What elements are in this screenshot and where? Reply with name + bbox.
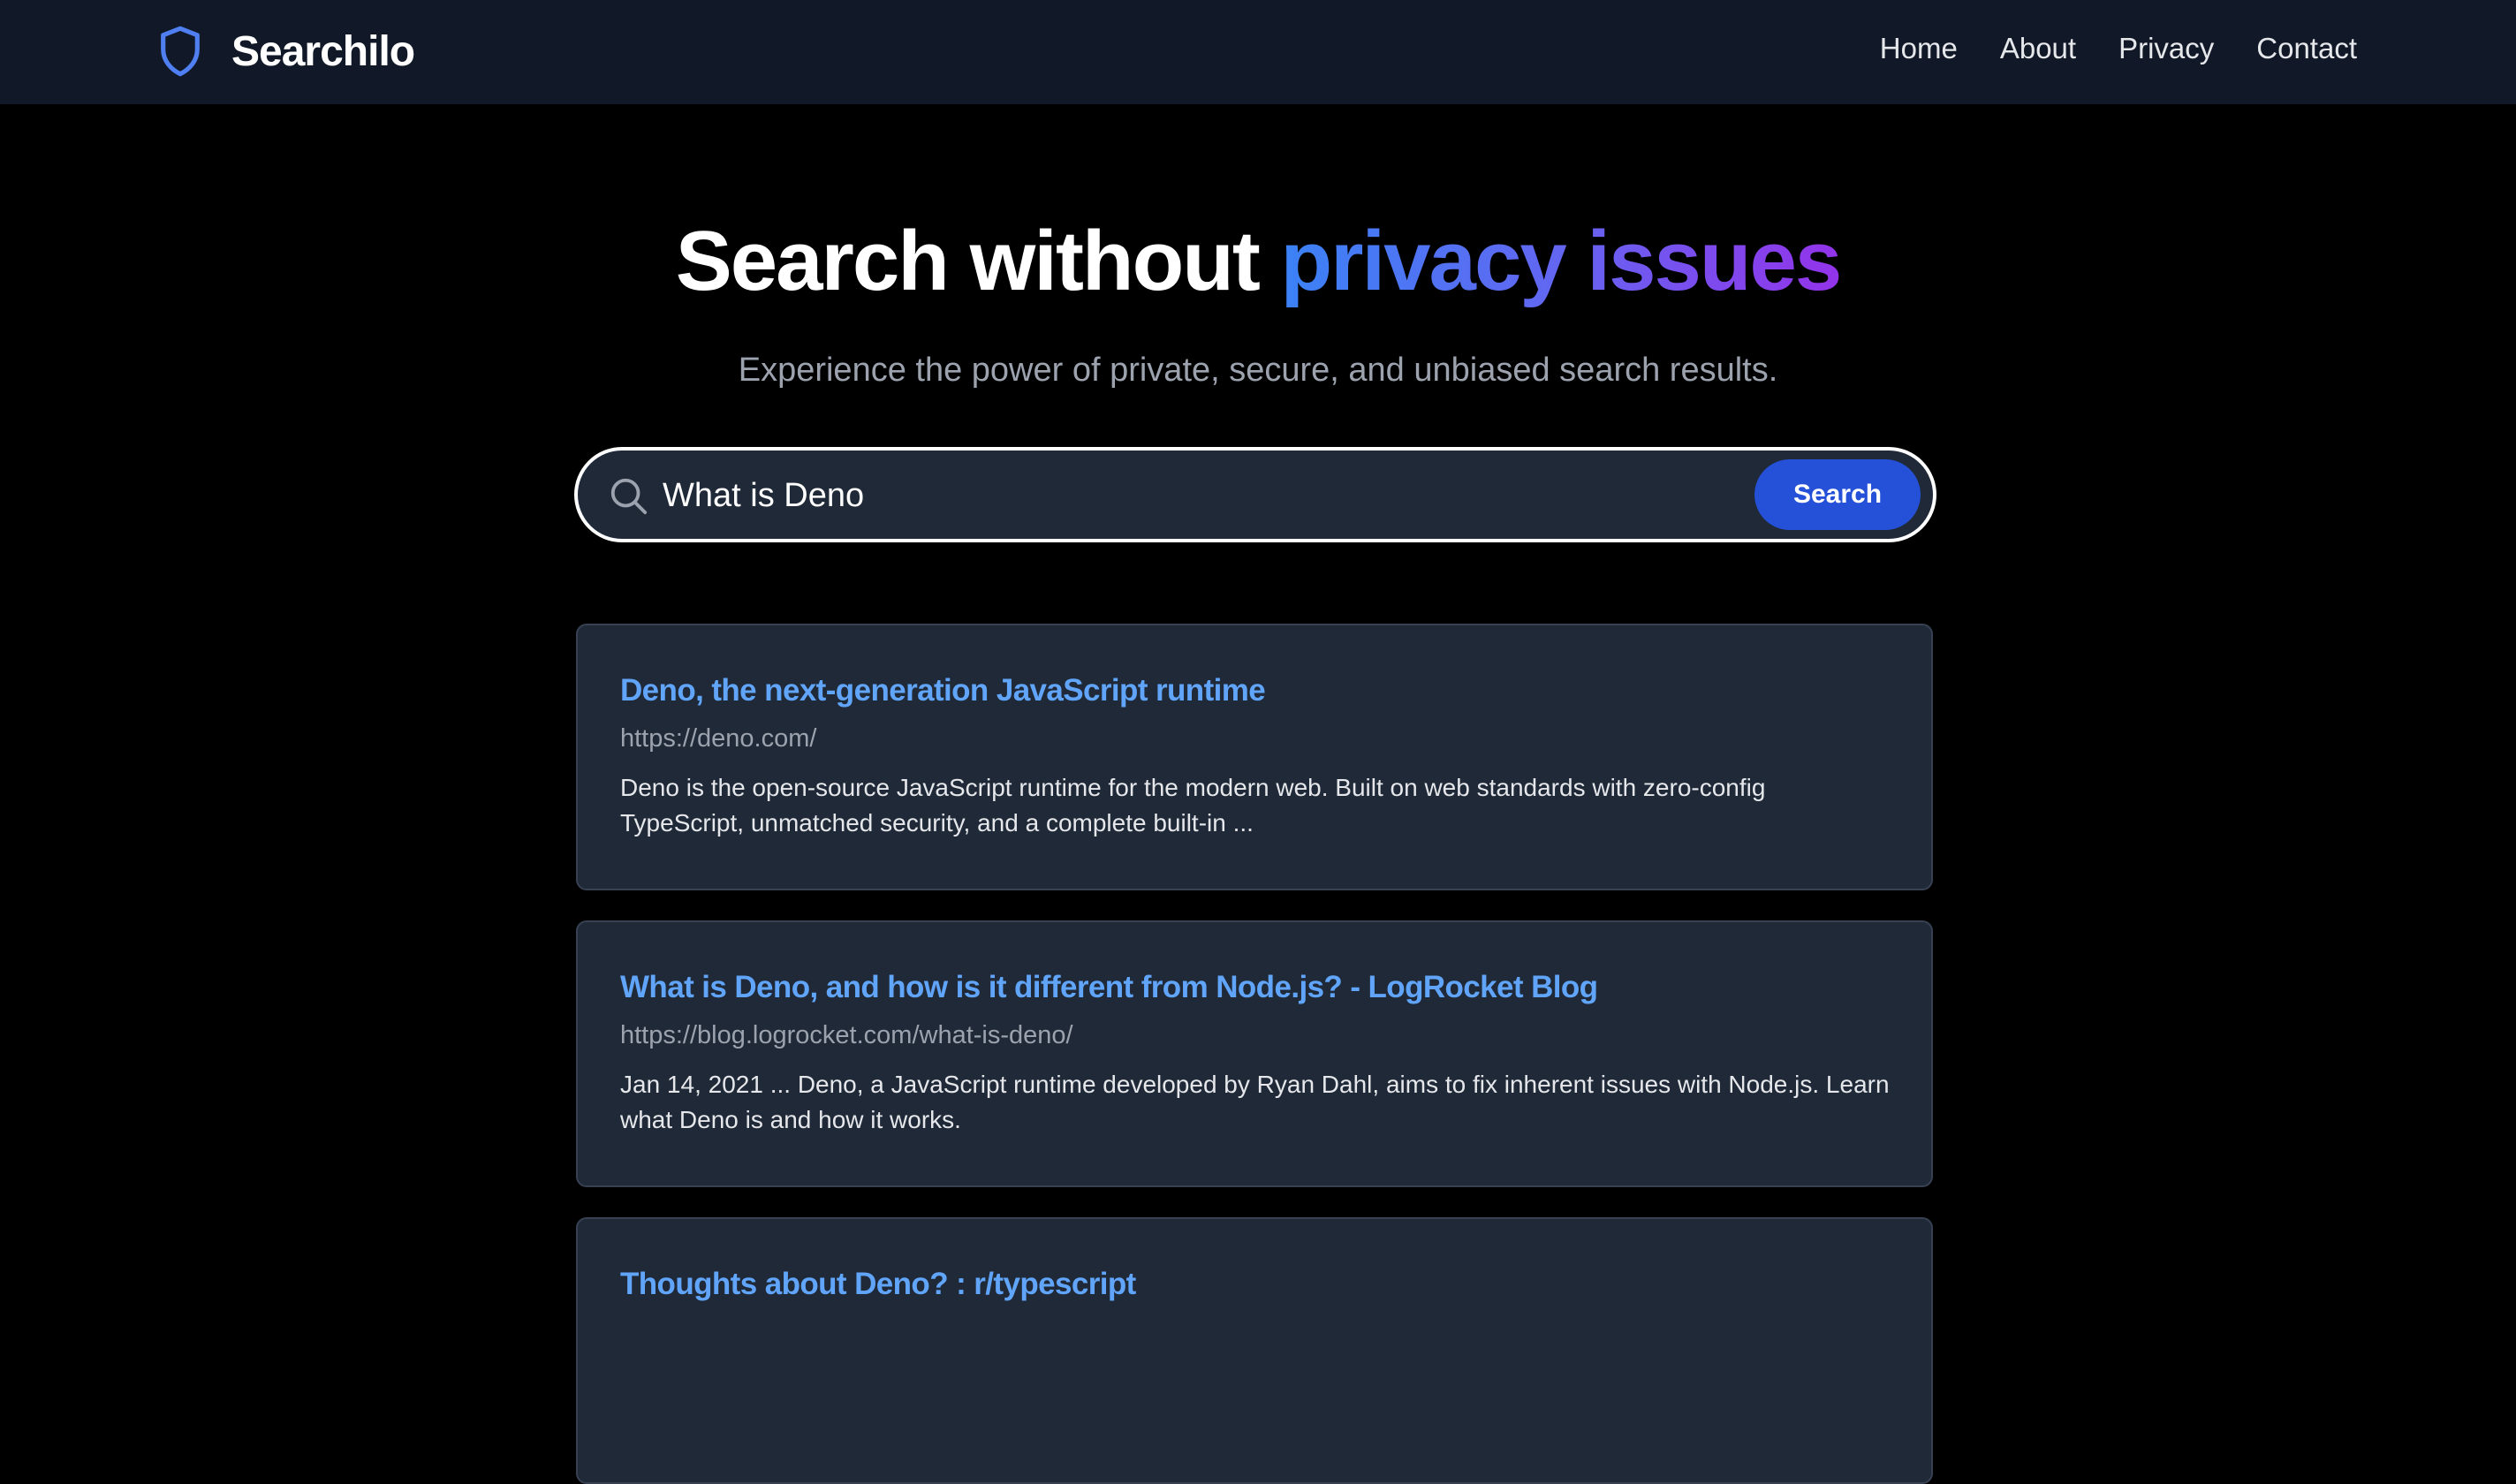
hero-title-highlight: privacy issues bbox=[1280, 214, 1842, 308]
nav-contact-link[interactable]: Contact bbox=[2256, 32, 2357, 65]
nav-home-link[interactable]: Home bbox=[1880, 32, 1958, 65]
brand-name: Searchilo bbox=[231, 27, 415, 75]
brand-logo[interactable]: Searchilo bbox=[155, 19, 415, 83]
nav-menu: Home About Privacy Contact bbox=[1838, 26, 2357, 71]
hero-title: Search without privacy issues bbox=[0, 208, 2516, 314]
nav-about-link[interactable]: About bbox=[2000, 32, 2076, 65]
search-bar: Search bbox=[574, 447, 1936, 542]
result-url: https://deno.com/ bbox=[620, 724, 817, 753]
result-card: Thoughts about Deno? : r/typescript bbox=[576, 1217, 1933, 1484]
result-title-link[interactable]: Deno, the next-generation JavaScript run… bbox=[620, 671, 1889, 710]
result-snippet: Jan 14, 2021 ... Deno, a JavaScript runt… bbox=[620, 1071, 1890, 1133]
result-card: Deno, the next-generation JavaScript run… bbox=[576, 624, 1933, 890]
search-button[interactable]: Search bbox=[1754, 459, 1921, 530]
result-title-link[interactable]: What is Deno, and how is it different fr… bbox=[620, 968, 1889, 1007]
result-snippet: Deno is the open-source JavaScript runti… bbox=[620, 774, 1766, 837]
hero-title-plain: Search without bbox=[675, 214, 1281, 308]
search-input[interactable] bbox=[663, 466, 1599, 525]
shield-icon bbox=[155, 24, 205, 79]
navbar: Searchilo Home About Privacy Contact bbox=[0, 0, 2516, 104]
result-card: What is Deno, and how is it different fr… bbox=[576, 920, 1933, 1187]
nav-privacy-link[interactable]: Privacy bbox=[2118, 32, 2214, 65]
result-url: https://blog.logrocket.com/what-is-deno/ bbox=[620, 1021, 1073, 1049]
result-title-link[interactable]: Thoughts about Deno? : r/typescript bbox=[620, 1265, 1889, 1304]
search-icon bbox=[608, 475, 648, 516]
hero-subtitle: Experience the power of private, secure,… bbox=[738, 352, 1778, 389]
